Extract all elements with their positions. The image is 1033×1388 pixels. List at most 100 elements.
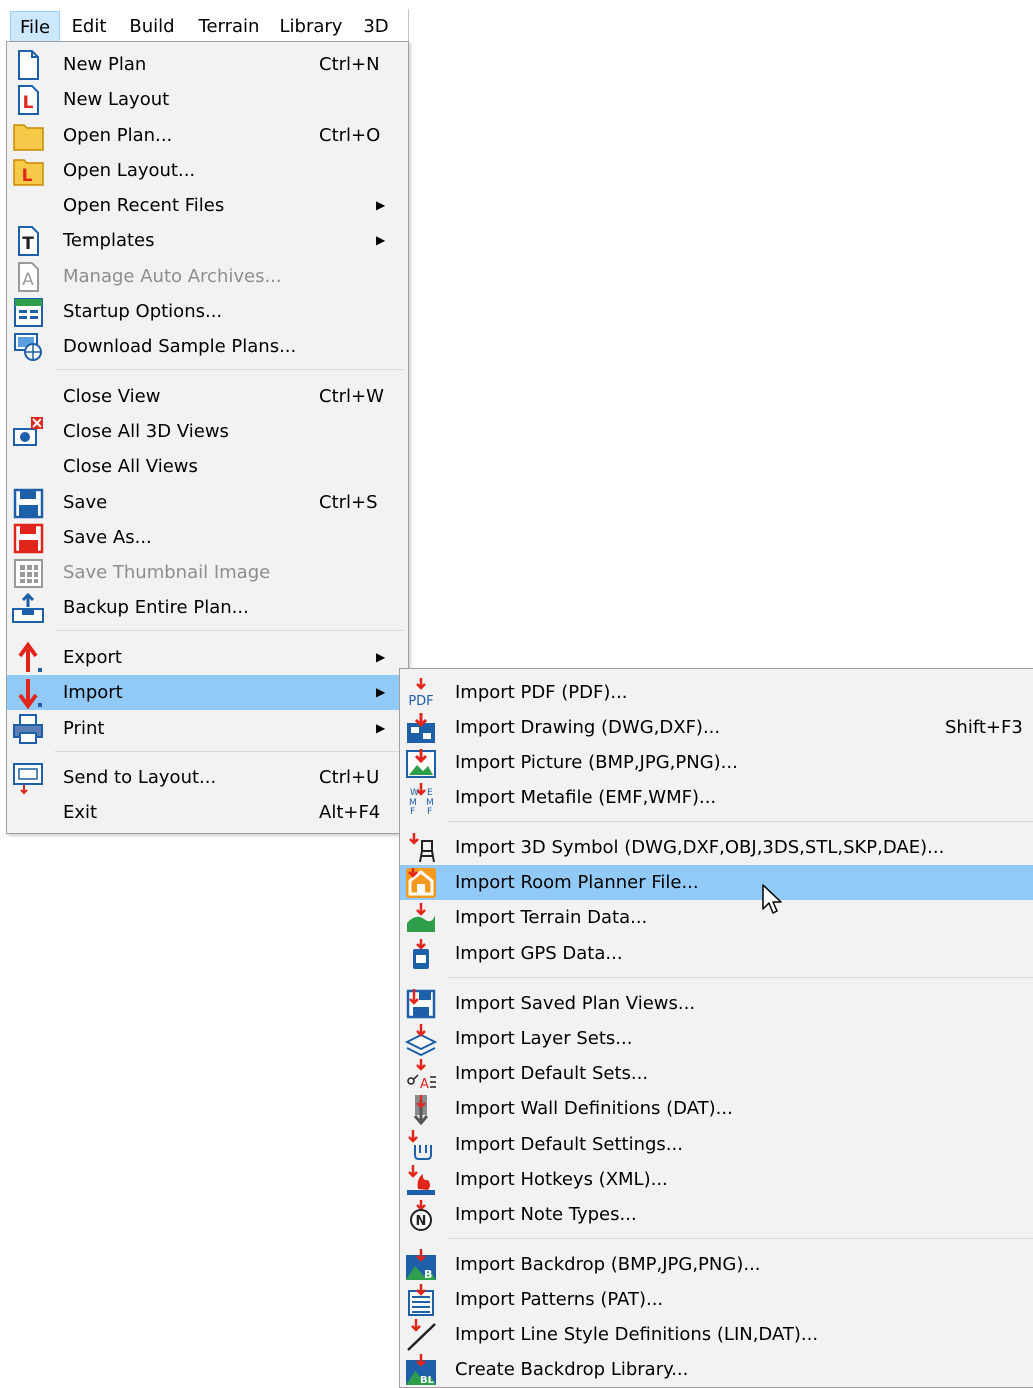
submenu-arrow-icon: ▶: [376, 721, 386, 735]
menu-item-manage-auto-archives: A Manage Auto Archives...: [7, 259, 408, 294]
menubar-terrain[interactable]: Terrain: [192, 11, 266, 42]
menubar-edit[interactable]: Edit: [65, 11, 113, 42]
menu-item-import-line-style-definitions[interactable]: Import Line Style Definitions (LIN,DAT).…: [400, 1317, 1033, 1352]
new-plan-icon: [11, 48, 45, 82]
menubar-file[interactable]: File: [10, 11, 60, 42]
menu-item-send-to-layout[interactable]: Send to Layout... Ctrl+U: [7, 760, 408, 795]
svg-text:N: N: [416, 1214, 427, 1229]
menu-item-import-terrain-data[interactable]: Import Terrain Data...: [400, 900, 1033, 935]
menu-item-new-layout[interactable]: L New Layout: [7, 82, 408, 117]
svg-text:T: T: [22, 234, 34, 254]
startup-options-icon: [11, 295, 45, 329]
menu-item-close-view[interactable]: Close View Ctrl+W: [7, 379, 408, 414]
menu-item-close-all-3d-views[interactable]: Close All 3D Views: [7, 414, 408, 449]
import-3d-symbol-icon: [404, 831, 438, 865]
menu-item-import-pdf[interactable]: PDF Import PDF (PDF)...: [400, 675, 1033, 710]
menu-item-save-as[interactable]: Save As...: [7, 520, 408, 555]
menu-item-import-backdrop[interactable]: B Import Backdrop (BMP,JPG,PNG)...: [400, 1247, 1033, 1282]
thumbnail-icon: [11, 556, 45, 590]
svg-text:E: E: [427, 788, 433, 798]
menu-item-startup-options[interactable]: Startup Options...: [7, 294, 408, 329]
templates-icon: T: [11, 224, 45, 258]
menu-item-import-room-planner-file[interactable]: Import Room Planner File...: [400, 865, 1033, 900]
svg-text:W: W: [410, 788, 419, 798]
note-types-icon: N: [404, 1198, 438, 1232]
menubar-build[interactable]: Build: [122, 11, 182, 42]
menu-item-open-recent-files[interactable]: Open Recent Files ▶: [7, 188, 408, 223]
open-layout-icon: L: [11, 154, 45, 188]
menu-separator: [55, 369, 404, 370]
menu-item-exit[interactable]: Exit Alt+F4: [7, 795, 408, 830]
svg-text:A: A: [420, 1077, 429, 1091]
default-sets-icon: A: [404, 1057, 438, 1091]
backdrop-icon: B: [404, 1248, 438, 1282]
menubar-3d[interactable]: 3D: [357, 11, 395, 42]
menu-separator: [448, 821, 1033, 822]
submenu-arrow-icon: ▶: [376, 685, 386, 699]
save-icon: [11, 486, 45, 520]
save-as-icon: [11, 521, 45, 555]
menu-item-export[interactable]: Export ▶: [7, 640, 408, 675]
import-picture-icon: [404, 746, 438, 780]
new-layout-icon: L: [11, 83, 45, 117]
svg-text:F: F: [410, 807, 415, 815]
menu-item-import-hotkeys[interactable]: Import Hotkeys (XML)...: [400, 1162, 1033, 1197]
menu-item-import-default-settings[interactable]: Import Default Settings...: [400, 1127, 1033, 1162]
svg-text:B: B: [424, 1268, 432, 1281]
backup-icon: [11, 591, 45, 625]
print-icon: [11, 712, 45, 746]
export-icon: [11, 641, 45, 675]
menu-bar: File Edit Build Terrain Library 3D: [7, 9, 409, 42]
file-menu: New Plan Ctrl+N L New Layout Open Plan..…: [6, 41, 409, 834]
menu-item-import-drawing[interactable]: Import Drawing (DWG,DXF)... Shift+F3: [400, 710, 1033, 745]
menu-item-save[interactable]: Save Ctrl+S: [7, 485, 408, 520]
menu-item-close-all-views[interactable]: Close All Views: [7, 449, 408, 484]
menu-separator: [55, 630, 404, 631]
room-planner-icon: [404, 866, 438, 900]
menu-item-download-sample-plans[interactable]: Download Sample Plans...: [7, 329, 408, 364]
menu-separator: [448, 977, 1033, 978]
mouse-pointer-icon: [762, 884, 782, 914]
menu-item-import-gps-data[interactable]: Import GPS Data...: [400, 936, 1033, 971]
import-submenu: PDF Import PDF (PDF)... Import Drawing (…: [399, 668, 1033, 1388]
menu-item-create-backdrop-library[interactable]: BL Create Backdrop Library...: [400, 1352, 1033, 1387]
patterns-icon: [404, 1283, 438, 1317]
wall-definitions-icon: [404, 1092, 438, 1126]
open-plan-icon: [11, 119, 45, 153]
hotkeys-icon: [404, 1163, 438, 1197]
saved-plan-views-icon: [404, 987, 438, 1021]
menu-item-import-picture[interactable]: Import Picture (BMP,JPG,PNG)...: [400, 745, 1033, 780]
svg-text:F: F: [427, 807, 432, 815]
menu-item-import-patterns[interactable]: Import Patterns (PAT)...: [400, 1282, 1033, 1317]
menu-item-open-layout[interactable]: L Open Layout...: [7, 153, 408, 188]
submenu-arrow-icon: ▶: [376, 650, 386, 664]
menu-item-open-plan[interactable]: Open Plan... Ctrl+O: [7, 118, 408, 153]
import-pdf-icon: PDF: [404, 676, 438, 710]
gps-data-icon: [404, 937, 438, 971]
svg-text:L: L: [22, 166, 33, 186]
menu-item-import-3d-symbol[interactable]: Import 3D Symbol (DWG,DXF,OBJ,3DS,STL,SK…: [400, 830, 1033, 865]
menu-item-print[interactable]: Print ▶: [7, 711, 408, 746]
svg-text:A: A: [22, 270, 34, 290]
menu-item-backup-entire-plan[interactable]: Backup Entire Plan...: [7, 590, 408, 625]
menu-item-new-plan[interactable]: New Plan Ctrl+N: [7, 47, 408, 82]
menu-item-import-layer-sets[interactable]: Import Layer Sets...: [400, 1021, 1033, 1056]
menu-item-import-saved-plan-views[interactable]: Import Saved Plan Views...: [400, 986, 1033, 1021]
auto-archive-icon: A: [11, 260, 45, 294]
menu-item-templates[interactable]: T Templates ▶: [7, 223, 408, 258]
close-3d-views-icon: [11, 415, 45, 449]
layer-sets-icon: [404, 1022, 438, 1056]
svg-text:L: L: [23, 93, 34, 113]
menu-item-import-default-sets[interactable]: A Import Default Sets...: [400, 1056, 1033, 1091]
menu-separator: [448, 1238, 1033, 1239]
import-metafile-icon: WEMMFF: [404, 781, 438, 815]
svg-text:PDF: PDF: [408, 694, 433, 709]
default-settings-icon: [404, 1128, 438, 1162]
menu-item-import-metafile[interactable]: WEMMFF Import Metafile (EMF,WMF)...: [400, 780, 1033, 815]
menu-item-import[interactable]: Import ▶: [7, 675, 408, 710]
menu-separator: [55, 751, 404, 752]
import-drawing-icon: [404, 711, 438, 745]
menubar-library[interactable]: Library: [275, 11, 347, 42]
menu-item-import-wall-definitions[interactable]: Import Wall Definitions (DAT)...: [400, 1091, 1033, 1126]
menu-item-import-note-types[interactable]: N Import Note Types...: [400, 1197, 1033, 1232]
